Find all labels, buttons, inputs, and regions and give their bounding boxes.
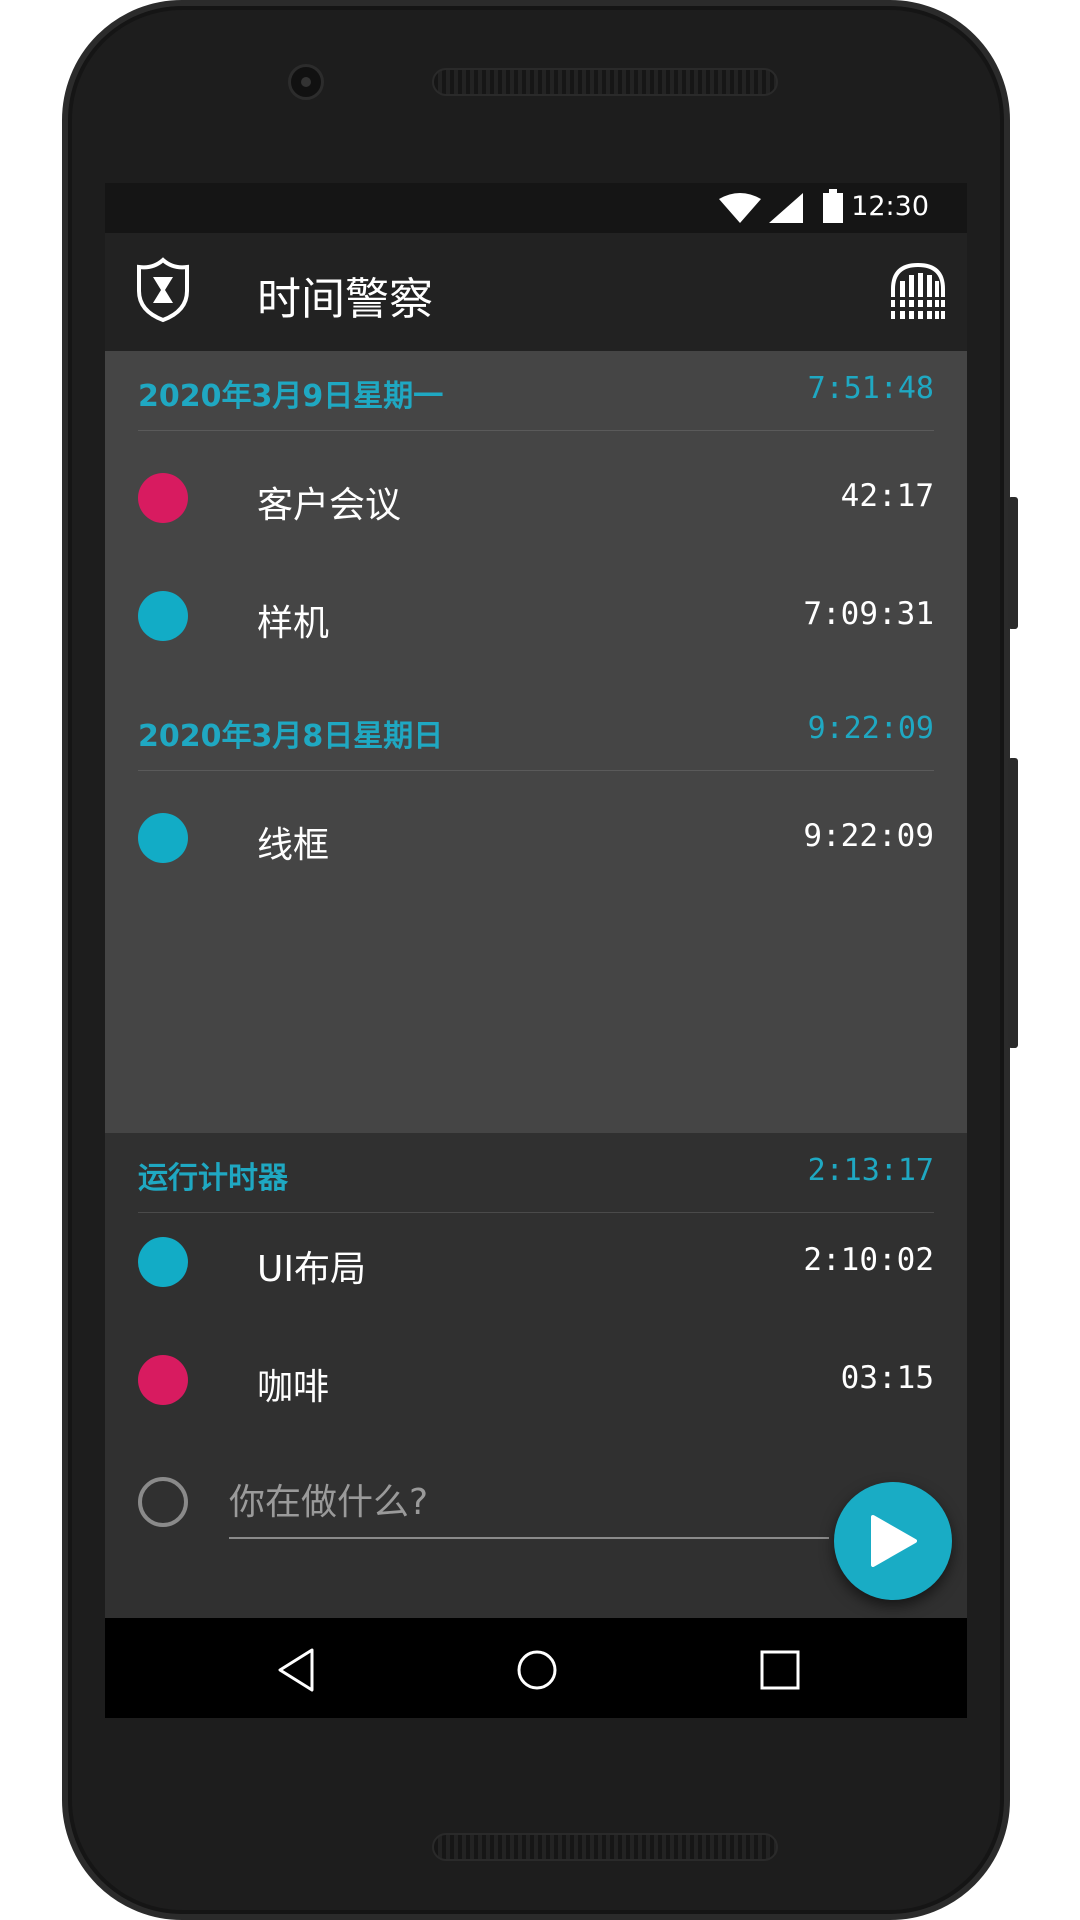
project-color-dot xyxy=(138,1237,188,1287)
day-date: 2020年3月8日星期日 xyxy=(138,719,444,754)
entry-label: 客户会议 xyxy=(257,485,402,526)
home-icon[interactable] xyxy=(513,1646,561,1694)
status-bar: 12:30 xyxy=(105,183,967,233)
entry-label: 样机 xyxy=(257,603,330,644)
app-title: 时间警察 xyxy=(257,274,433,325)
battery-icon xyxy=(823,189,843,223)
list-item[interactable]: UI布局 2:10:02 xyxy=(138,1212,934,1312)
day-header: 2020年3月8日星期日 9:22:09 xyxy=(138,691,934,771)
nav-bar xyxy=(105,1618,967,1718)
top-speaker xyxy=(432,68,778,96)
screen: 12:30 时间警察 2020年3月9日星期一 7:51:48 客户会议 42:… xyxy=(105,183,967,1718)
empty-project-circle[interactable] xyxy=(138,1477,188,1527)
day-date: 2020年3月9日星期一 xyxy=(138,379,444,414)
status-time: 12:30 xyxy=(851,191,929,222)
app-bar: 时间警察 xyxy=(105,233,967,351)
recents-icon[interactable] xyxy=(756,1646,804,1694)
project-color-dot xyxy=(138,813,188,863)
entry-label: 线框 xyxy=(257,825,330,866)
cell-signal-icon xyxy=(769,193,803,223)
day-header: 2020年3月9日星期一 7:51:48 xyxy=(138,351,934,431)
list-item[interactable]: 咖啡 03:15 xyxy=(138,1330,934,1430)
back-icon[interactable] xyxy=(272,1646,320,1694)
list-item[interactable]: 线框 9:22:09 xyxy=(138,788,934,888)
police-badge-hourglass-icon xyxy=(137,257,189,323)
play-icon xyxy=(871,1515,917,1567)
project-color-dot xyxy=(138,591,188,641)
entry-label: 咖啡 xyxy=(257,1367,330,1408)
task-input[interactable] xyxy=(229,1467,829,1539)
project-color-dot xyxy=(138,1355,188,1405)
project-color-dot xyxy=(138,473,188,523)
start-timer-button[interactable] xyxy=(834,1482,952,1600)
entry-duration: 7:09:31 xyxy=(803,596,934,632)
history-list: 2020年3月9日星期一 7:51:48 客户会议 42:17 样机 7:09:… xyxy=(105,351,967,1133)
running-header: 运行计时器 2:13:17 xyxy=(138,1133,934,1213)
running-total: 2:13:17 xyxy=(807,1153,934,1188)
wifi-icon xyxy=(719,193,761,223)
entry-label: UI布局 xyxy=(257,1249,366,1290)
running-title: 运行计时器 xyxy=(138,1161,288,1196)
list-item[interactable]: 样机 7:09:31 xyxy=(138,566,934,666)
list-item[interactable]: 客户会议 42:17 xyxy=(138,448,934,548)
volume-button xyxy=(1008,497,1018,629)
timers-archive-icon[interactable] xyxy=(891,263,945,319)
entry-duration: 9:22:09 xyxy=(803,818,934,854)
day-total: 9:22:09 xyxy=(807,711,934,746)
bottom-speaker xyxy=(432,1833,778,1861)
power-button xyxy=(1008,758,1018,1048)
entry-duration: 42:17 xyxy=(840,478,934,514)
day-total: 7:51:48 xyxy=(807,371,934,406)
front-camera xyxy=(288,64,324,100)
entry-duration: 03:15 xyxy=(840,1360,934,1396)
entry-duration: 2:10:02 xyxy=(803,1242,934,1278)
